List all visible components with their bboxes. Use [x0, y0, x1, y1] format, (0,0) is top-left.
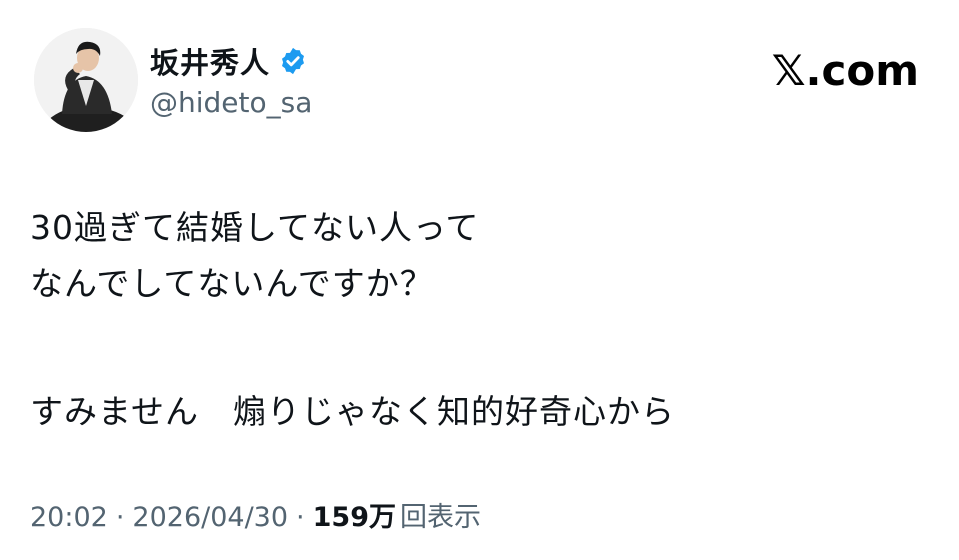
tweet-text: 30過ぎて結婚してない人って なんでしてないんですか？ すみません 煽りじゃなく… [30, 200, 930, 440]
tweet-meta: 20:02 · 2026/04/30 · 159万 回表示 [30, 495, 481, 534]
avatar-photo [34, 28, 138, 132]
verified-badge-icon[interactable] [278, 46, 308, 76]
tweet-line: すみません 煽りじゃなく知的好奇心から [30, 392, 676, 431]
tweet-line: 30過ぎて結婚してない人って [30, 208, 480, 247]
tweet-time[interactable]: 20:02 [30, 502, 108, 533]
views-count[interactable]: 159万 [313, 495, 396, 534]
tweet-line: なんでしてないんですか？ [30, 264, 434, 303]
meta-separator: · [115, 502, 125, 533]
tweet-date[interactable]: 2026/04/30 [132, 502, 288, 533]
author-display-name[interactable]: 坂井秀人 [150, 40, 270, 82]
author-handle[interactable]: @hideto_sa [150, 86, 312, 119]
x-brand-logo: 𝕏.com [771, 45, 919, 95]
author-name-row: 坂井秀人 [150, 38, 308, 84]
views-label: 回表示 [400, 502, 481, 533]
avatar[interactable] [34, 28, 138, 132]
meta-separator: · [296, 502, 305, 533]
